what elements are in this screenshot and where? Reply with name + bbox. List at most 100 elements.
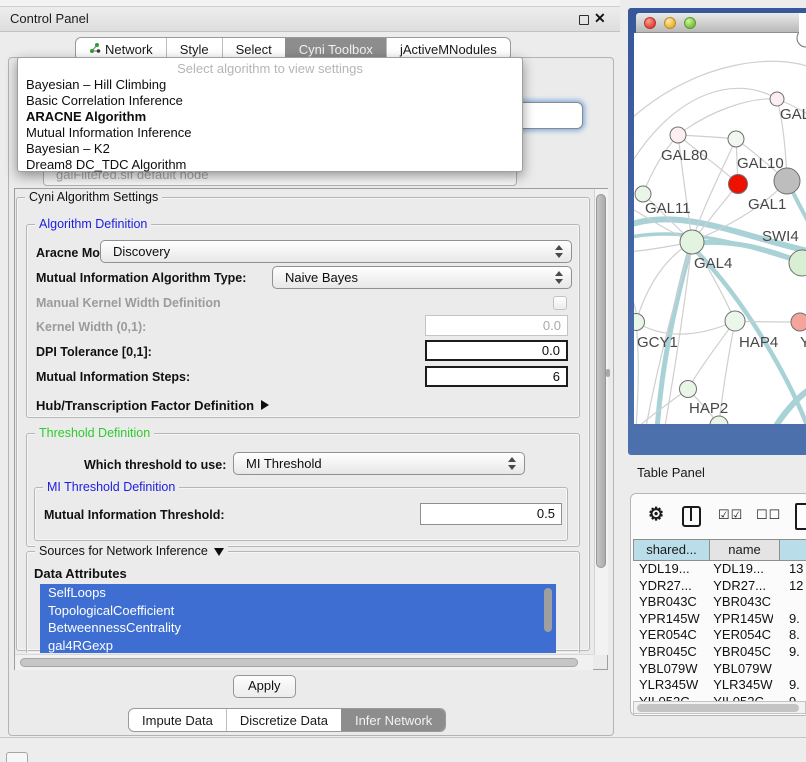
- gear-icon[interactable]: ⚙: [648, 504, 664, 524]
- dropdown-item[interactable]: Dream8 DC_TDC Algorithm: [18, 157, 522, 173]
- attribute-list-item[interactable]: gal4RGexp: [40, 637, 556, 654]
- combo-arrows-icon: [555, 245, 564, 258]
- table-cell: YBR045C: [633, 644, 706, 661]
- network-node-y[interactable]: [791, 313, 806, 331]
- aracne-mode-combobox[interactable]: Discovery: [100, 240, 572, 263]
- manual-kernel-checkbox[interactable]: [553, 296, 567, 310]
- table-cell: YDR27...: [633, 578, 706, 595]
- table-row[interactable]: YBR045CYBR045C9.: [633, 644, 806, 661]
- table-cell: 8.: [773, 627, 806, 644]
- column-header[interactable]: shared...: [633, 539, 710, 561]
- table-scrollbar-thumb[interactable]: [637, 704, 799, 712]
- minimize-traffic-light[interactable]: [664, 17, 676, 29]
- table-cell: YPR145W: [633, 611, 706, 628]
- table-row[interactable]: YPR145WYPR145W9.: [633, 611, 806, 628]
- network-node-swi4[interactable]: [789, 250, 806, 276]
- table-cell: YBR043C: [706, 594, 773, 611]
- table-cell: 9.: [773, 644, 806, 661]
- unselect-all-columns-icon[interactable]: ☐☐: [756, 507, 781, 523]
- network-node-hap4[interactable]: [725, 311, 745, 331]
- dropdown-item[interactable]: ARACNE Algorithm: [18, 109, 522, 125]
- table-cell: 13: [773, 561, 806, 578]
- mi-threshold-input[interactable]: 0.5: [420, 503, 562, 525]
- table-horizontal-scrollbar[interactable]: [633, 701, 806, 714]
- apply-button[interactable]: Apply: [233, 675, 296, 698]
- manual-kernel-label: Manual Kernel Width Definition: [36, 296, 221, 310]
- attribute-list-item[interactable]: TopologicalCoefficient: [40, 602, 556, 620]
- network-canvas[interactable]: GALGAL80GAL10GAL1GAL11GAL4SWI4GCY1HAP4YH…: [634, 33, 806, 424]
- vertical-scrollbar[interactable]: [594, 189, 608, 655]
- close-icon[interactable]: ✕: [594, 10, 606, 27]
- minimized-panel-chip[interactable]: [6, 752, 28, 762]
- table-cell: YER054C: [706, 627, 773, 644]
- table-cell: 9.: [773, 677, 806, 694]
- select-all-columns-icon[interactable]: ☑☑: [718, 507, 743, 523]
- network-node-gal1[interactable]: [729, 175, 748, 194]
- cyni-algorithm-settings-title: Cyni Algorithm Settings: [25, 190, 162, 204]
- vertical-scrollbar-thumb[interactable]: [596, 194, 606, 568]
- export-table-icon[interactable]: [795, 503, 806, 530]
- network-edge[interactable]: [688, 321, 735, 389]
- dropdown-item[interactable]: Basic Correlation Inference: [18, 93, 522, 109]
- close-traffic-light[interactable]: [644, 17, 656, 29]
- attribute-list-item[interactable]: SelfLoops: [40, 584, 556, 602]
- tab-impute-data[interactable]: Impute Data: [129, 709, 226, 731]
- mi-threshold-label: Mutual Information Threshold:: [44, 508, 225, 522]
- dpi-tolerance-label: DPI Tolerance [0,1]:: [36, 345, 152, 359]
- columns-icon[interactable]: [682, 506, 701, 527]
- network-node-gal[interactable]: [770, 92, 784, 106]
- network-edge[interactable]: [678, 135, 736, 139]
- table-cell: [773, 594, 806, 611]
- mi-threshold-group-title: MI Threshold Definition: [43, 480, 179, 494]
- titlebar-notch: [799, 13, 806, 33]
- dropdown-item[interactable]: Bayesian – Hill Climbing: [18, 77, 522, 93]
- table-row[interactable]: YDR27...YDR27...12: [633, 578, 806, 595]
- tab-infer-network[interactable]: Infer Network: [341, 709, 445, 731]
- table-row[interactable]: YER054CYER054C8.: [633, 627, 806, 644]
- dropdown-item[interactable]: Bayesian – K2: [18, 141, 522, 157]
- horizontal-scrollbar[interactable]: [15, 654, 593, 670]
- zoom-traffic-light[interactable]: [684, 17, 696, 29]
- network-node-gcy1[interactable]: [634, 314, 645, 331]
- dropdown-item-list: Bayesian – Hill ClimbingBasic Correlatio…: [18, 77, 522, 173]
- table-body: YDL19...YDL19...13YDR27...YDR27...12YBR0…: [633, 561, 806, 701]
- network-node-label: GAL1: [748, 196, 786, 213]
- dropdown-item[interactable]: Mutual Information Inference: [18, 125, 522, 141]
- network-node-gal10[interactable]: [728, 131, 744, 147]
- network-edge[interactable]: [636, 321, 735, 334]
- network-node[interactable]: [797, 33, 806, 47]
- algorithm-definition-title: Algorithm Definition: [35, 217, 151, 231]
- algorithm-dropdown-popup: Select algorithm to view settings Bayesi…: [17, 57, 523, 172]
- screen: Control Panel ✕ NetworkStyleSelectCyni T…: [0, 0, 806, 762]
- mi-type-combobox[interactable]: Naive Bayes: [272, 266, 572, 289]
- mi-steps-label: Mutual Information Steps:: [36, 370, 190, 384]
- hub-definition-expander[interactable]: Hub/Transcription Factor Definition: [36, 398, 269, 413]
- network-node-hap2[interactable]: [680, 381, 697, 398]
- network-edge[interactable]: [643, 135, 678, 194]
- table-row[interactable]: YLR345WYLR345W9.: [633, 677, 806, 694]
- kernel-width-input[interactable]: 0.0: [425, 315, 568, 336]
- float-window-icon[interactable]: [579, 15, 589, 25]
- table-row[interactable]: YBR043CYBR043C: [633, 594, 806, 611]
- mi-steps-input[interactable]: 6: [425, 366, 568, 387]
- network-node-gal4[interactable]: [680, 230, 704, 254]
- tab-discretize-data[interactable]: Discretize Data: [226, 709, 341, 731]
- sources-expander[interactable]: Sources for Network Inference: [35, 544, 228, 558]
- horizontal-scrollbar-thumb[interactable]: [20, 658, 578, 667]
- which-threshold-combobox[interactable]: MI Threshold: [233, 452, 525, 475]
- table-row[interactable]: YDL19...YDL19...13: [633, 561, 806, 578]
- panel-divider-handle[interactable]: [606, 369, 610, 377]
- table-row[interactable]: YBL079WYBL079W: [633, 661, 806, 678]
- column-header[interactable]: name: [710, 539, 780, 561]
- table-cell: 9.: [773, 694, 806, 701]
- network-node-label: Y: [800, 334, 806, 351]
- network-node-gal80[interactable]: [670, 127, 686, 143]
- window-top-strip: [0, 0, 620, 7]
- attribute-list-item[interactable]: BetweennessCentrality: [40, 619, 556, 637]
- network-window-titlebar[interactable]: [636, 13, 799, 33]
- attributes-scrollbar-thumb[interactable]: [544, 588, 552, 632]
- network-edge[interactable]: [678, 99, 777, 135]
- dpi-tolerance-input[interactable]: 0.0: [425, 340, 568, 361]
- table-row[interactable]: YIL052CYIL052C9.: [633, 694, 806, 701]
- column-header[interactable]: [780, 539, 806, 561]
